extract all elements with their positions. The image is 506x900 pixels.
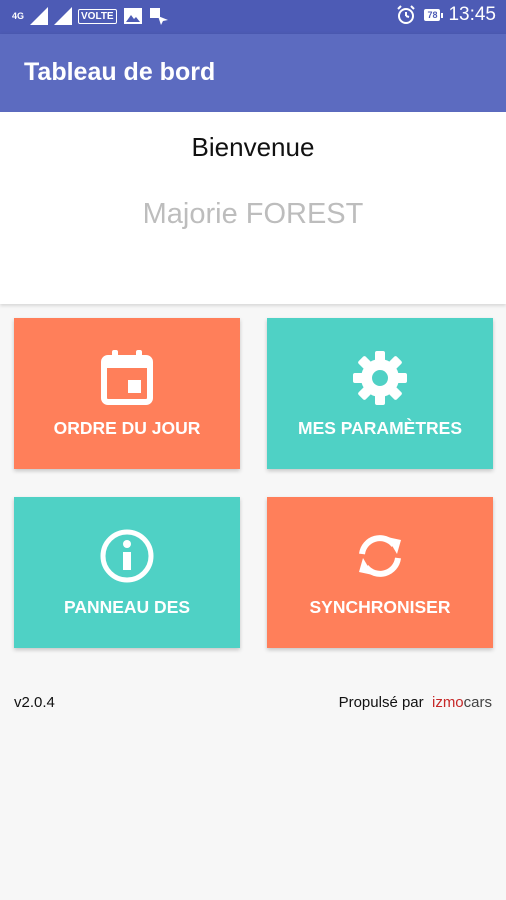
battery-level: 78 <box>427 10 438 20</box>
welcome-text: Bienvenue <box>191 132 315 162</box>
sync-button[interactable]: SYNCHRONISER <box>267 497 493 648</box>
powered-by-label: Propulsé par <box>338 694 424 711</box>
signal-icon <box>30 7 48 25</box>
volte-badge: VOLTE <box>78 8 117 24</box>
battery-icon: 78 <box>424 9 444 21</box>
settings-label: MES PARAMÈTRES <box>298 418 462 438</box>
powered-by: Propulsé par izmocars <box>339 694 492 711</box>
gear-icon <box>353 351 407 405</box>
agenda-button[interactable]: ORDRE DU JOUR <box>14 318 240 469</box>
signal-icon <box>54 7 72 25</box>
network-type: 4G <box>12 10 25 21</box>
calendar-icon <box>101 350 153 405</box>
page-title: Tableau de bord <box>24 58 216 86</box>
brand-logo-part2: cars <box>463 694 492 711</box>
user-name: Majorie FOREST <box>142 198 364 230</box>
info-icon <box>100 529 154 583</box>
clock: 13:45 <box>448 4 496 25</box>
sync-icon <box>359 535 401 577</box>
status-bar: 4G VOLTE 78 13:45 <box>0 0 506 34</box>
alarm-icon <box>397 5 416 24</box>
version-text: v2.0.4 <box>14 694 55 711</box>
panel-label: PANNEAU DES <box>63 597 191 617</box>
image-icon <box>123 8 142 24</box>
app-bar: Tableau de bord <box>0 34 506 112</box>
sync-label: SYNCHRONISER <box>309 597 451 617</box>
settings-button[interactable]: MES PARAMÈTRES <box>267 318 493 469</box>
welcome-card: Bienvenue Majorie FOREST <box>0 112 506 304</box>
agenda-label: ORDRE DU JOUR <box>53 418 201 438</box>
panel-button[interactable]: PANNEAU DES <box>14 497 240 648</box>
notification-icon <box>149 8 168 25</box>
brand-logo-part1: izmo <box>431 694 464 711</box>
